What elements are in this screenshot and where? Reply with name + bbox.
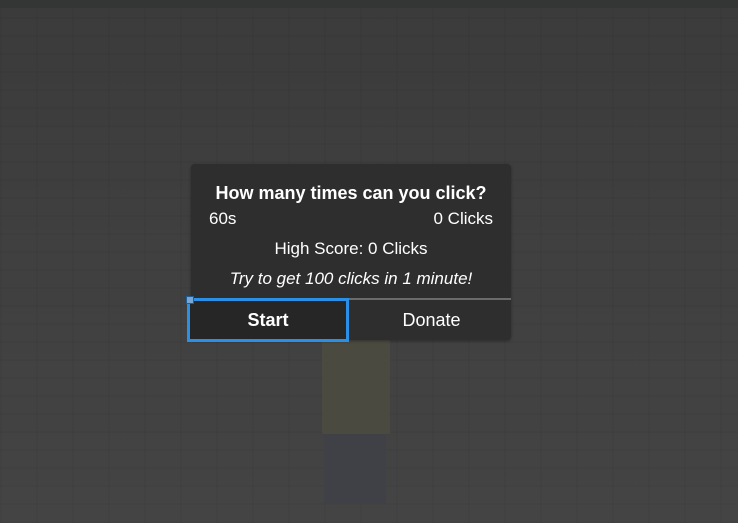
player-avatar-legs [324,434,386,504]
hint-text: Try to get 100 clicks in 1 minute! [229,269,473,288]
click-game-dialog: How many times can you click? 60s 0 Clic… [187,164,511,342]
donate-button[interactable]: Donate [352,300,511,340]
selection-focus-handle [186,296,194,304]
top-bar [0,0,738,8]
click-count-label: 0 Clicks [433,209,493,228]
high-score-label: High Score: 0 Clicks [274,239,428,258]
dialog-title: How many times can you click? [215,183,487,203]
start-button[interactable]: Start [187,298,349,342]
player-avatar-torso [322,340,390,434]
timer-label: 60s [209,209,237,228]
